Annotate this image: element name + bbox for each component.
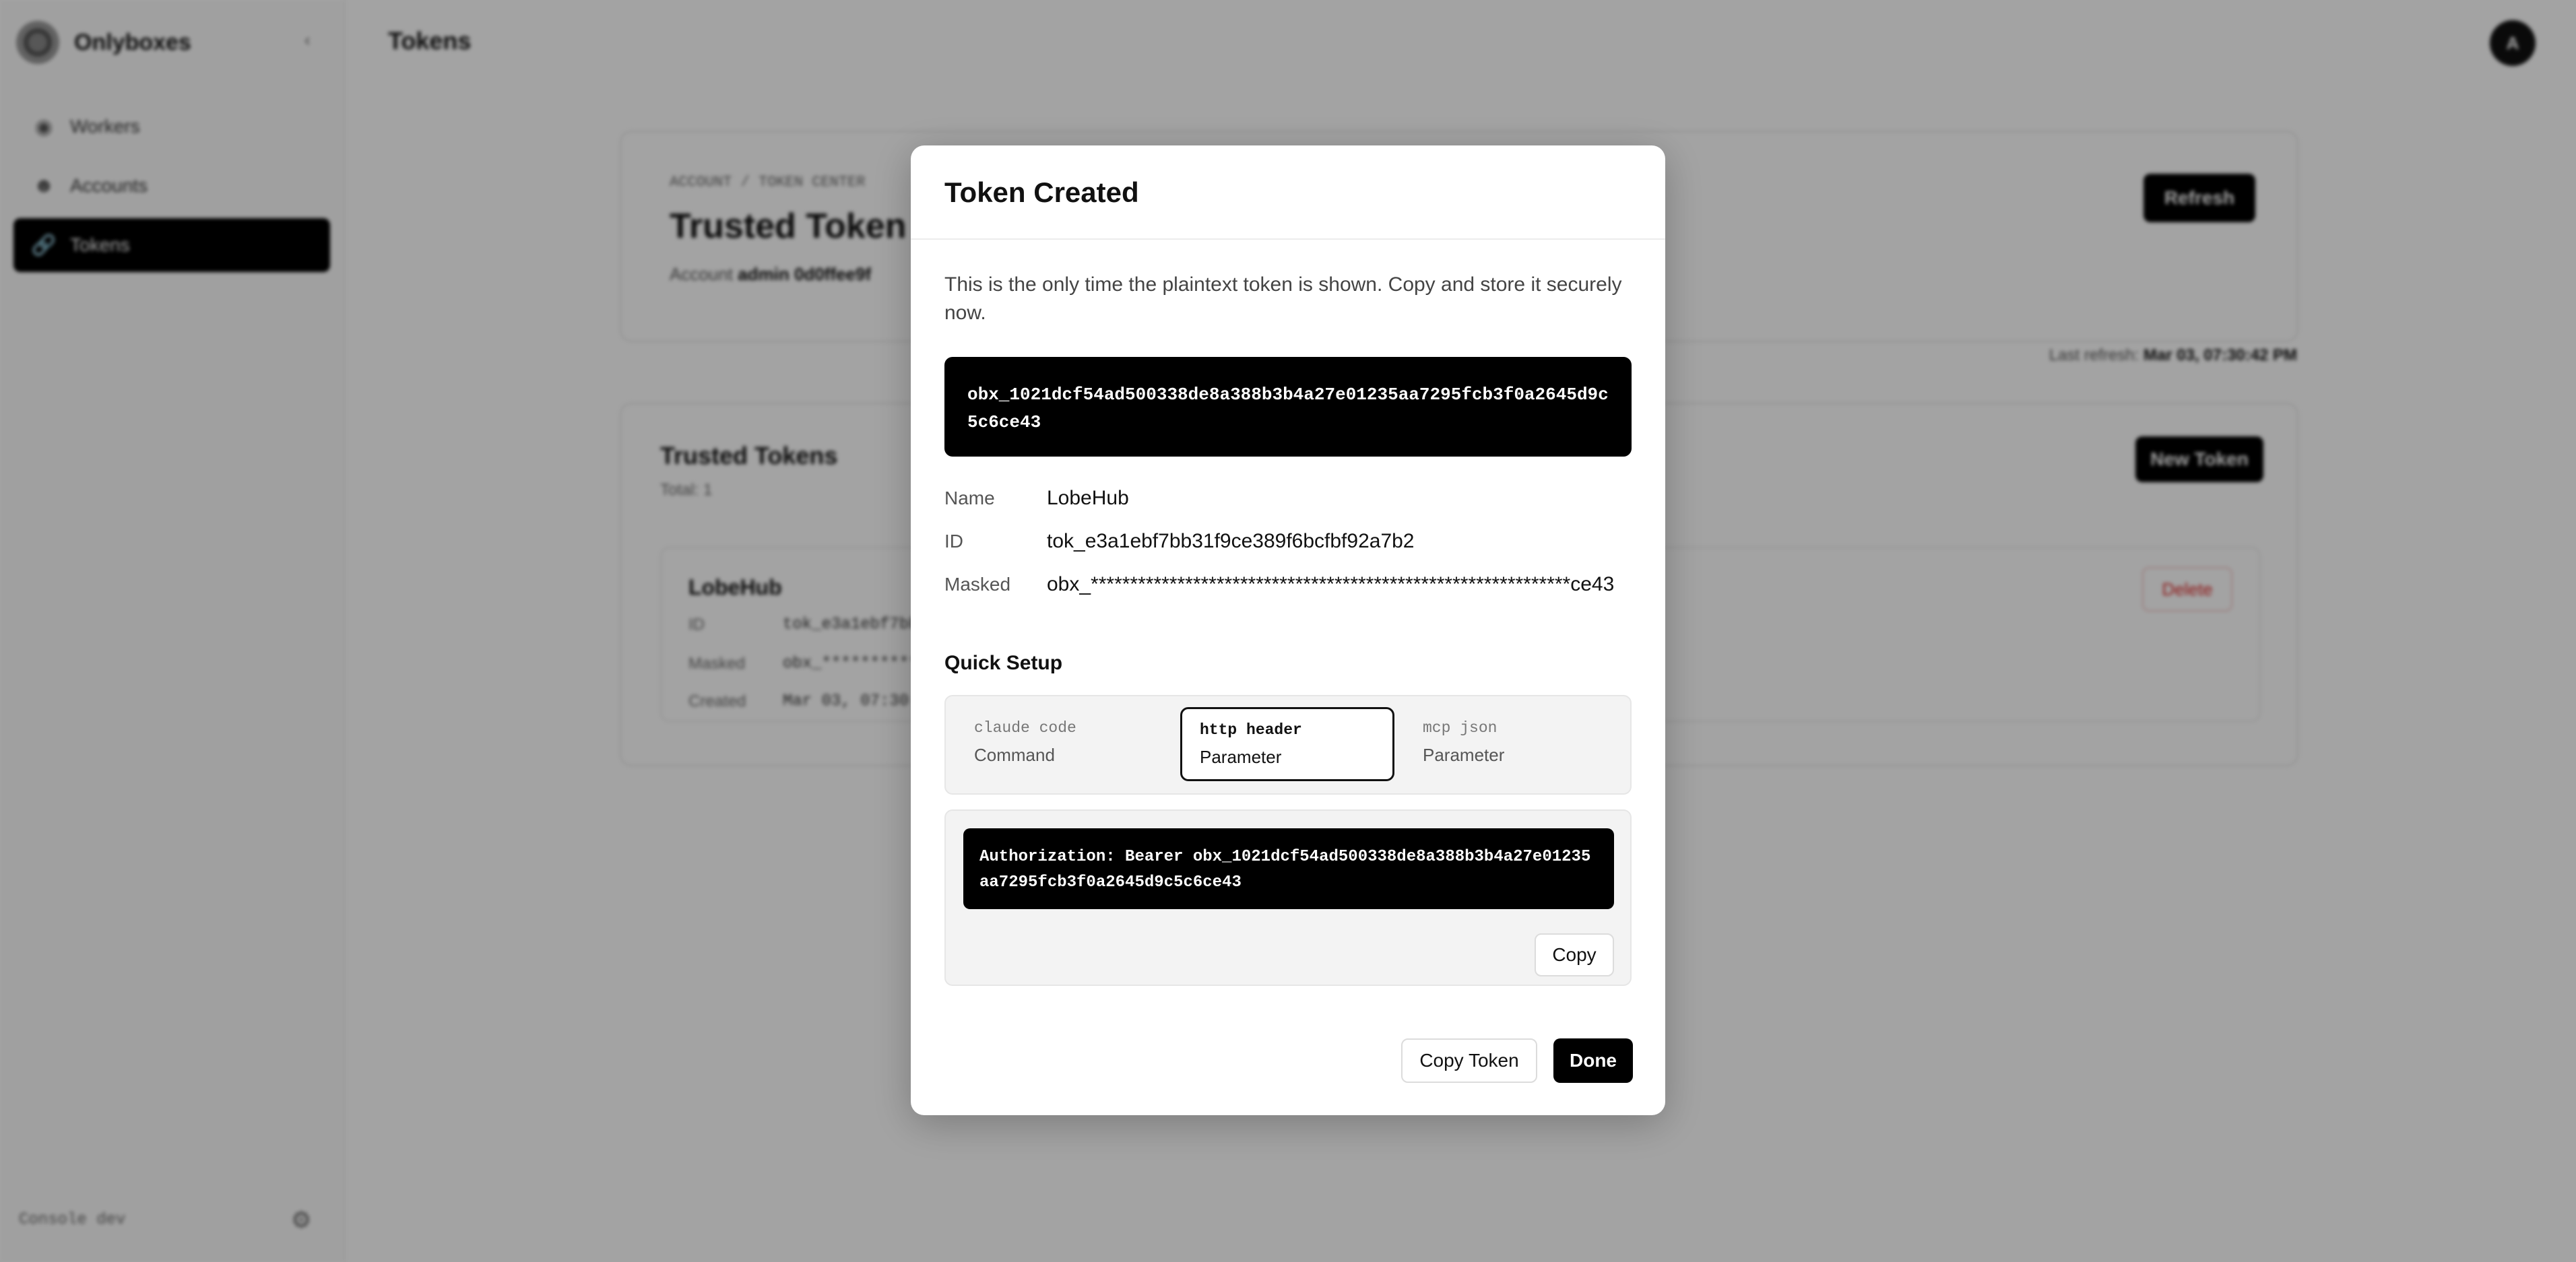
tab-claude-code[interactable]: claude code Command bbox=[957, 707, 1171, 781]
tab-mcp-json[interactable]: mcp json Parameter bbox=[1405, 707, 1619, 781]
token-created-dialog: Token Created This is the only time the … bbox=[911, 145, 1665, 1115]
name-label: Name bbox=[944, 488, 995, 508]
dialog-title: Token Created bbox=[944, 176, 1139, 208]
name-value: LobeHub bbox=[1047, 487, 1129, 509]
id-value: tok_e3a1ebf7bb31f9ce389f6bcfbf92a7b2 bbox=[1047, 530, 1415, 552]
done-button[interactable]: Done bbox=[1553, 1038, 1633, 1083]
dialog-header: Token Created bbox=[911, 145, 1665, 240]
snippet-panel: Authorization: Bearer obx_1021dcf54ad500… bbox=[944, 809, 1632, 986]
quick-setup-tabs: claude code Command http header Paramete… bbox=[944, 695, 1632, 795]
masked-label: Masked bbox=[944, 574, 1011, 595]
tab-http-header[interactable]: http header Parameter bbox=[1180, 707, 1394, 781]
tab-kind: Parameter bbox=[1200, 747, 1282, 767]
config-snippet[interactable]: Authorization: Bearer obx_1021dcf54ad500… bbox=[963, 828, 1614, 909]
quick-setup-title: Quick Setup bbox=[944, 652, 1063, 674]
plaintext-token[interactable]: obx_1021dcf54ad500338de8a388b3b4a27e0123… bbox=[944, 357, 1632, 457]
masked-value: obx_************************************… bbox=[1047, 573, 1615, 595]
tab-kind: Parameter bbox=[1423, 745, 1505, 765]
copy-snippet-button[interactable]: Copy bbox=[1535, 933, 1614, 976]
dialog-note: This is the only time the plaintext toke… bbox=[944, 273, 1622, 324]
copy-token-button[interactable]: Copy Token bbox=[1401, 1038, 1537, 1083]
tab-code: claude code bbox=[974, 719, 1076, 737]
tab-kind: Command bbox=[974, 745, 1055, 765]
id-label: ID bbox=[944, 531, 963, 552]
tab-code: mcp json bbox=[1423, 719, 1498, 737]
tab-code: http header bbox=[1200, 721, 1302, 739]
